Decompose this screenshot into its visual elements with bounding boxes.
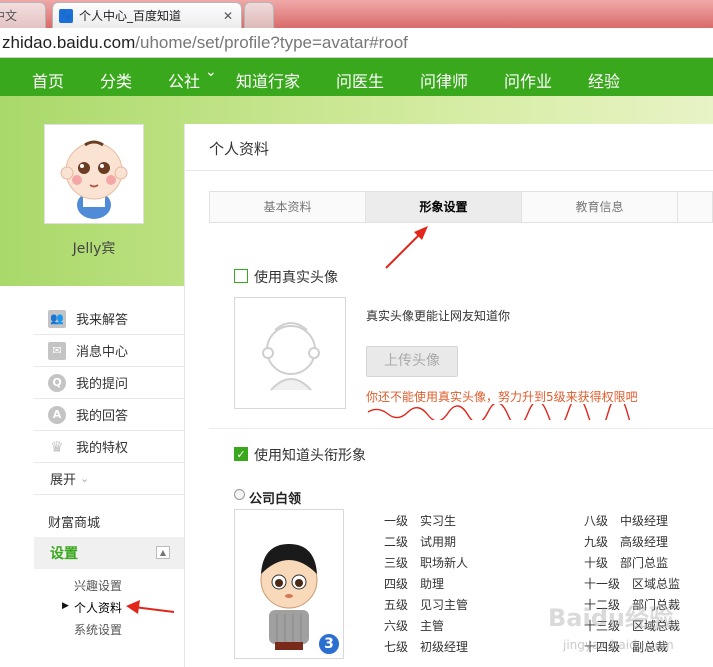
category-radio[interactable] — [234, 489, 245, 500]
settings-title: 设置 — [50, 546, 78, 562]
real-avatar-label: 使用真实头像 — [254, 270, 338, 286]
tab-title: 中文 — [0, 9, 18, 23]
page-title: 个人资料 — [184, 124, 713, 171]
url-path: /uhome/set/profile?type=avatar#roof — [135, 32, 408, 52]
answer-icon: A — [48, 405, 66, 424]
sidebar-item-answer[interactable]: 👥 我来解答 — [34, 303, 184, 335]
level-row: 四级 助理 — [384, 577, 445, 591]
sidebar-item-messages[interactable]: ✉ 消息中心 — [34, 335, 184, 367]
default-avatar-icon — [262, 322, 320, 391]
sidebar-item-expand[interactable]: 展开 ⌄ — [34, 463, 184, 495]
chevron-down-icon[interactable]: ⌄ — [205, 64, 217, 80]
category-label: 公司白领 — [249, 492, 302, 507]
sidebar-item-label: 我的特权 — [76, 441, 129, 456]
level-row: 八级 中级经理 — [584, 514, 669, 528]
browser-tab[interactable]: 中文 — [0, 2, 46, 28]
sidebar-item-privileges[interactable]: ♛ 我的特权 — [34, 431, 184, 463]
real-avatar-checkbox[interactable] — [234, 269, 248, 283]
sidebar-item-label: 我的提问 — [76, 377, 129, 392]
tab-avatar-settings[interactable]: 形象设置 — [366, 192, 522, 222]
nav-item-experts[interactable]: 知道行家 — [236, 68, 300, 92]
active-arrow-icon: ▶ — [62, 601, 69, 611]
level-badge: 3 — [317, 632, 341, 656]
real-avatar-hint: 真实头像更能让网友知道你 — [366, 309, 511, 323]
browser-tab-active[interactable]: 🐾 个人中心_百度知道 ✕ — [52, 2, 242, 28]
sidebar-item-label: 我的回答 — [76, 409, 129, 424]
main-nav: 首页 分类 公社 ⌄ 知道行家 问医生 问律师 问作业 经验 — [0, 58, 713, 96]
character-preview: 3 — [234, 509, 344, 659]
sidebar-item-my-questions[interactable]: Q 我的提问 — [34, 367, 184, 399]
nav-item-category[interactable]: 分类 — [100, 68, 132, 92]
avatar[interactable] — [44, 124, 144, 224]
nav-item-experience[interactable]: 经验 — [588, 68, 620, 92]
tab-education[interactable]: 教育信息 — [522, 192, 678, 222]
tab-title: 个人中心_百度知道 — [79, 9, 182, 23]
level-row: 十一级 区域总监 — [584, 577, 681, 591]
users-icon: 👥 — [48, 309, 66, 328]
watermark-url: jingyan.baidu.com — [563, 638, 674, 652]
watermark: Baidu经验 — [548, 604, 673, 632]
browser-tabstrip: 中文 🐾 个人中心_百度知道 ✕ — [0, 0, 713, 28]
level-warning: 你还不能使用真实头像，努力升到5级来获得权限吧 — [366, 390, 638, 404]
sidebar-item-label: 消息中心 — [76, 345, 129, 360]
upload-avatar-button[interactable]: 上传头像 — [366, 346, 458, 377]
level-row: 九级 高级经理 — [584, 535, 669, 549]
baby-avatar-icon — [60, 140, 128, 219]
sidebar-settings-header[interactable]: 设置 ▲ — [34, 537, 184, 569]
level-row: 六级 主管 — [384, 619, 445, 633]
nav-item-homework[interactable]: 问作业 — [504, 68, 552, 92]
annotation-arrow-icon — [126, 600, 175, 614]
nav-item-lawyer[interactable]: 问律师 — [420, 68, 468, 92]
chevron-down-icon: ⌄ — [80, 472, 90, 485]
level-row: 三级 职场新人 — [384, 556, 469, 570]
baidu-paw-icon: 🐾 — [59, 8, 73, 23]
profile-tabs: 基本资料 形象设置 教育信息 — [209, 191, 713, 223]
nav-item-community[interactable]: 公社 — [168, 68, 200, 92]
annotation-arrow-icon — [385, 226, 428, 269]
collapse-icon[interactable]: ▲ — [156, 546, 170, 559]
annotation-underline — [367, 404, 631, 420]
sidebar-sub-profile[interactable]: 个人资料 — [74, 599, 122, 616]
crown-icon: ♛ — [50, 437, 64, 456]
nav-item-doctor[interactable]: 问医生 — [336, 68, 384, 92]
tab-basic-info[interactable]: 基本资料 — [210, 192, 366, 222]
level-row: 二级 试用期 — [384, 535, 457, 549]
title-avatar-checkbox[interactable]: ✓ — [234, 447, 248, 461]
sidebar-sub-interests[interactable]: 兴趣设置 — [74, 577, 122, 594]
nav-item-home[interactable]: 首页 — [32, 68, 64, 92]
address-bar[interactable]: zhidao.baidu.com/uhome/set/profile?type=… — [0, 28, 713, 58]
title-avatar-label: 使用知道头衔形象 — [254, 448, 366, 464]
sidebar-item-label: 展开 — [50, 473, 77, 488]
close-tab-icon[interactable]: ✕ — [223, 9, 233, 23]
level-row: 一级 实习生 — [384, 514, 457, 528]
username[interactable]: Jelly宾 — [44, 238, 144, 258]
level-row: 七级 初级经理 — [384, 640, 469, 654]
sidebar-item-my-answers[interactable]: A 我的回答 — [34, 399, 184, 431]
mail-icon: ✉ — [48, 341, 66, 360]
level-row: 五级 见习主管 — [384, 598, 469, 612]
level-row: 十级 部门总监 — [584, 556, 669, 570]
sidebar-item-label: 我来解答 — [76, 313, 129, 328]
question-icon: Q — [48, 373, 66, 392]
section-divider — [209, 428, 713, 429]
sidebar-sub-system[interactable]: 系统设置 — [74, 621, 122, 638]
avatar-placeholder — [234, 297, 346, 409]
url-host: zhidao.baidu.com — [2, 32, 136, 52]
sidebar-item-mall[interactable]: 财富商城 — [48, 512, 100, 531]
new-tab-button[interactable] — [244, 2, 274, 28]
